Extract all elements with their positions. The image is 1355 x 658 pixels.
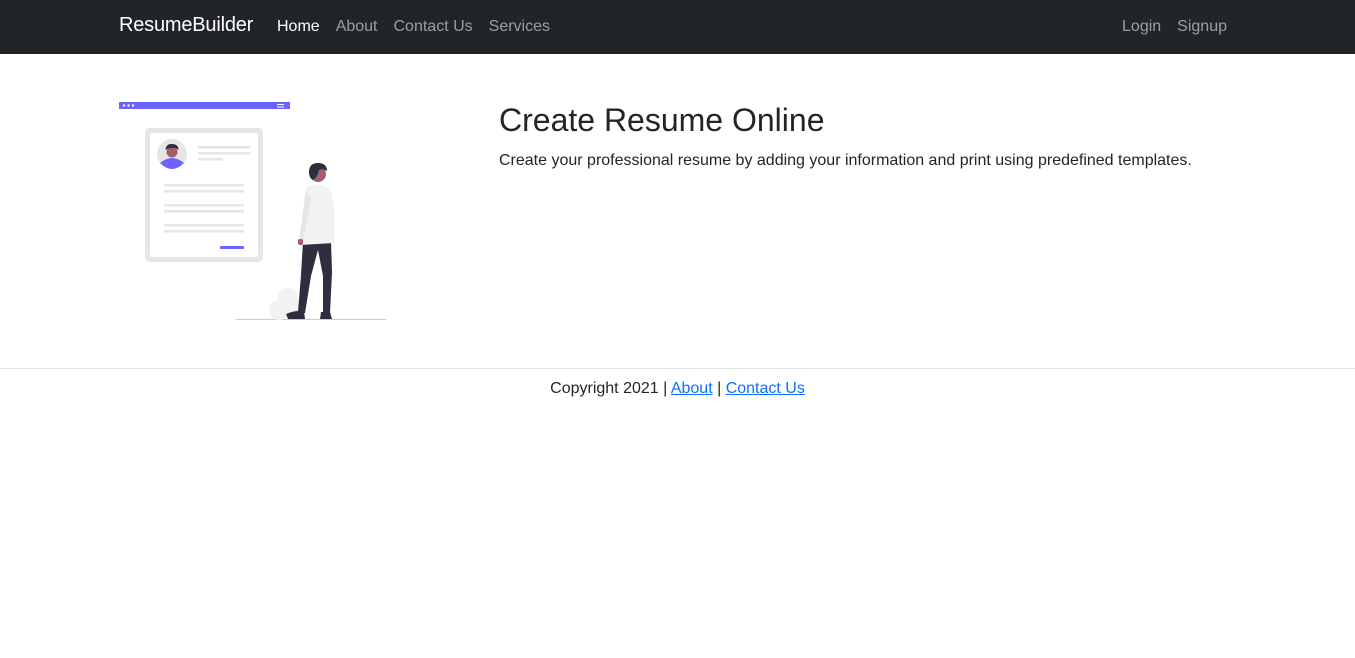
- nav-services-link[interactable]: Services: [489, 17, 550, 36]
- nav-contact-link[interactable]: Contact Us: [394, 17, 473, 36]
- footer-contact-link[interactable]: Contact Us: [726, 380, 805, 397]
- footer-copyright: Copyright 2021: [550, 380, 659, 397]
- footer-about-link[interactable]: About: [671, 380, 713, 397]
- nav-home-link[interactable]: Home: [277, 17, 320, 36]
- footer-divider: [0, 368, 1355, 369]
- footer: Copyright 2021 | About | Contact Us: [0, 379, 1355, 399]
- hero-description: Create your professional resume by addin…: [499, 152, 1192, 169]
- nav-about-link[interactable]: About: [336, 17, 378, 36]
- footer-separator: |: [663, 380, 668, 397]
- brand-link[interactable]: ResumeBuilder: [119, 14, 253, 37]
- main-nav: Home About Contact Us Services: [277, 17, 550, 36]
- footer-separator: |: [717, 380, 722, 397]
- auth-nav: Login Signup: [1122, 17, 1227, 36]
- top-navbar: ResumeBuilder Home About Contact Us Serv…: [0, 0, 1355, 54]
- login-link[interactable]: Login: [1122, 17, 1161, 36]
- signup-link[interactable]: Signup: [1177, 17, 1227, 36]
- resume-illustration-icon: [118, 100, 388, 322]
- hero-title: Create Resume Online: [499, 102, 825, 138]
